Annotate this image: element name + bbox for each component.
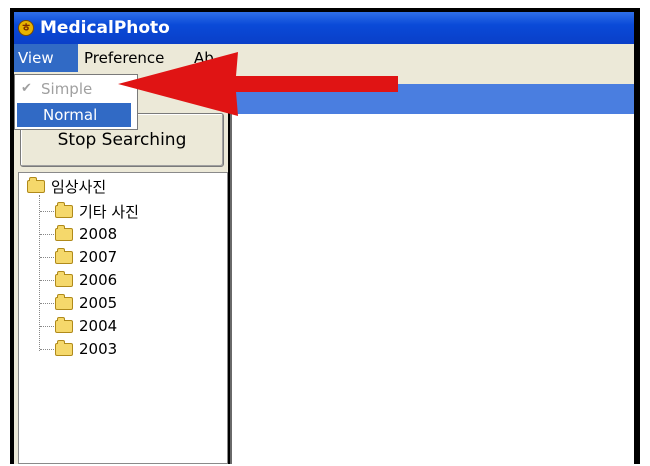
annotation-arrow-icon: [118, 52, 398, 116]
red-arrow-shape: [118, 52, 398, 116]
